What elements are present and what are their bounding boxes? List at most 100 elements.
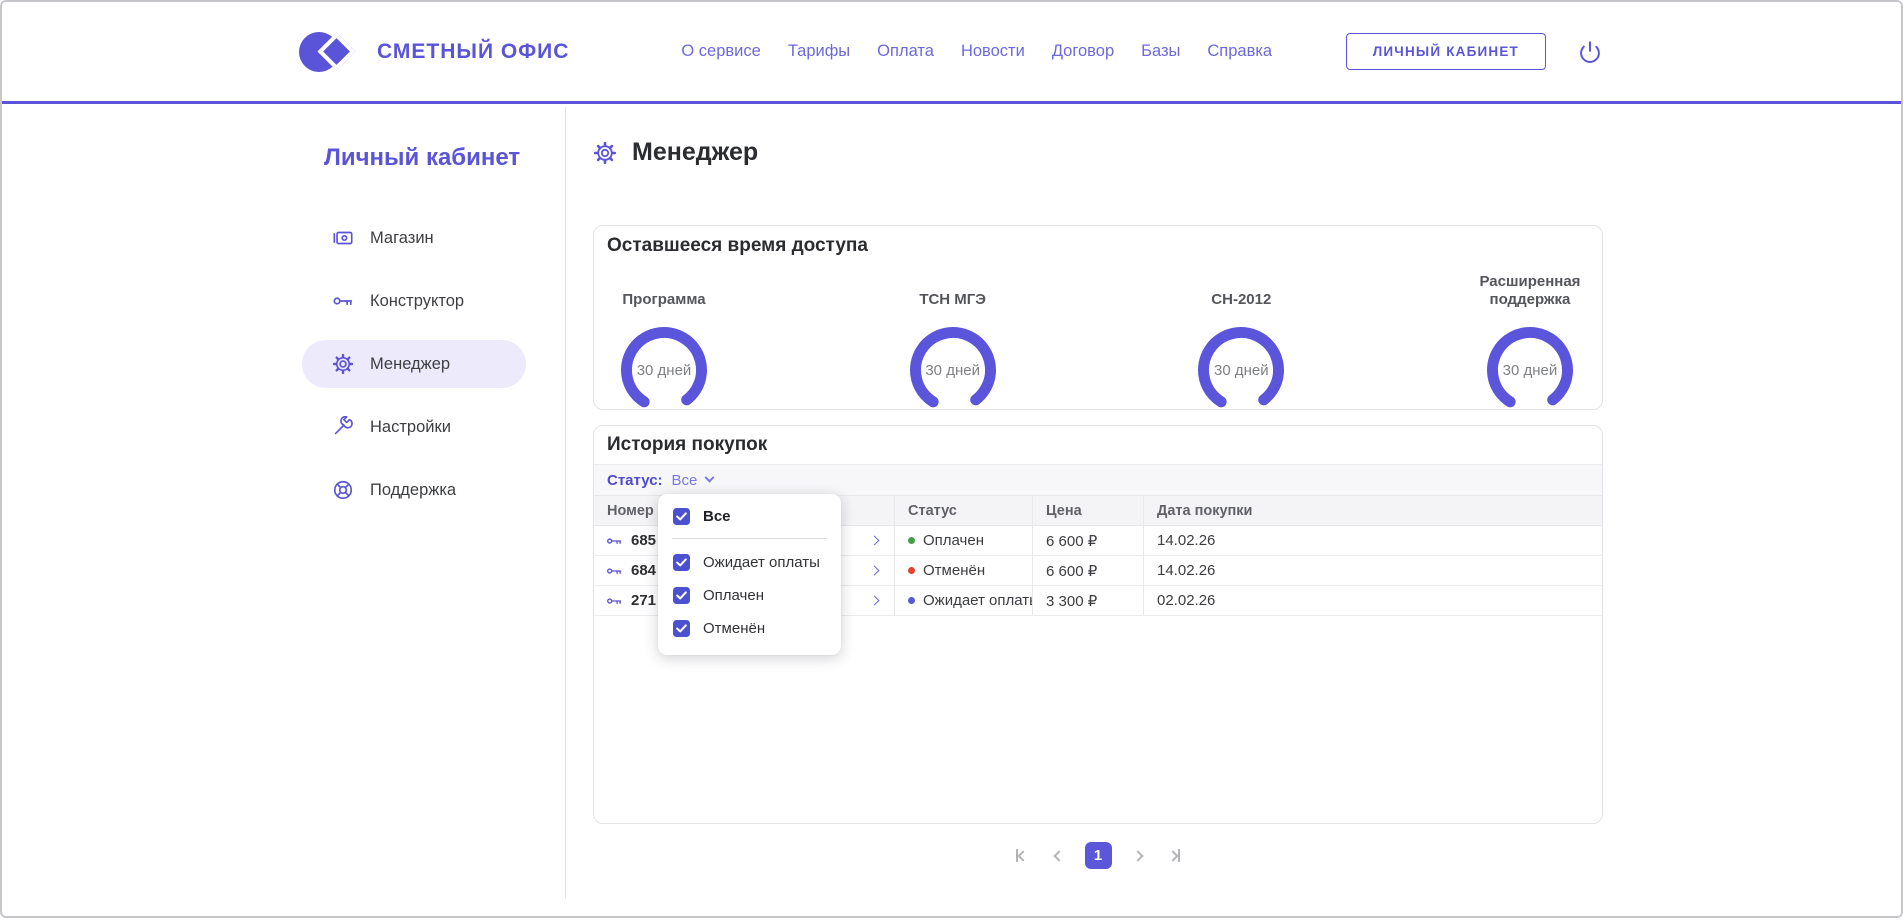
checkbox-checked-icon[interactable] — [673, 554, 690, 571]
personal-cabinet-button[interactable]: ЛИЧНЫЙ КАБИНЕТ — [1346, 33, 1546, 70]
key-icon — [607, 595, 622, 607]
status-dot — [908, 597, 915, 604]
page-title: Менеджер — [593, 138, 758, 167]
checkbox-checked-icon[interactable] — [673, 587, 690, 604]
brand-name: СМЕТНЫЙ ОФИС — [377, 40, 569, 64]
pagination-last-button[interactable] — [1164, 845, 1186, 867]
history-card-title: История покупок — [594, 426, 1602, 465]
dropdown-item-paid[interactable]: Оплачен — [658, 579, 841, 612]
gauge-value: 30 дней — [618, 324, 710, 416]
gauge-tsn-mge: ТСН МГЭ 30 дней — [883, 268, 1023, 416]
gauges-row: Программа 30 дней ТСН МГЭ 30 дне — [594, 266, 1602, 416]
sidebar-title: Личный кабинет — [324, 144, 565, 172]
gear-icon — [332, 353, 354, 375]
key-icon — [332, 290, 354, 312]
dropdown-item-cancelled[interactable]: Отменён — [658, 612, 841, 645]
price-cell: 6 600 ₽ — [1032, 526, 1143, 555]
gauge-extended-support: Расширенная поддержка 30 дней — [1460, 268, 1600, 416]
checkbox-checked-icon[interactable] — [673, 620, 690, 637]
sidebar: Личный кабинет Магазин — [2, 107, 566, 898]
nav-contract[interactable]: Договор — [1052, 42, 1114, 61]
gauge-value: 30 дней — [907, 324, 999, 416]
pagination-prev-button[interactable] — [1048, 845, 1070, 867]
pagination-next-button[interactable] — [1127, 845, 1149, 867]
nav-news[interactable]: Новости — [961, 42, 1025, 61]
sidebar-item-shop[interactable]: Магазин — [302, 214, 526, 262]
sidebar-item-label: Конструктор — [370, 292, 464, 311]
key-icon — [607, 535, 622, 547]
status-filter-dropdown: Все Ожидает оплаты Оплачен — [658, 494, 841, 655]
dropdown-item-pending[interactable]: Ожидает оплаты — [658, 546, 841, 579]
price-cell: 6 600 ₽ — [1032, 556, 1143, 585]
chevron-right-icon — [1167, 850, 1178, 861]
sidebar-item-support[interactable]: Поддержка — [302, 466, 526, 514]
pagination-current-page[interactable]: 1 — [1085, 842, 1112, 869]
dropdown-separator — [672, 538, 827, 539]
status-filter[interactable]: Статус: Все — [594, 465, 1602, 496]
access-card-title: Оставшееся время доступа — [594, 226, 1602, 266]
sidebar-item-label: Магазин — [370, 229, 434, 248]
purchase-history-card: История покупок Статус: Все Номер счёта … — [593, 425, 1603, 824]
status-text: Отменён — [923, 562, 985, 579]
sidebar-item-label: Настройки — [370, 418, 451, 437]
gear-icon — [593, 141, 617, 165]
lifebuoy-icon — [332, 479, 354, 501]
main-content: Менеджер Оставшееся время доступа Програ… — [567, 107, 1901, 916]
access-time-card: Оставшееся время доступа Программа 30 дн… — [593, 225, 1603, 410]
chevron-left-icon — [1053, 850, 1064, 861]
gauge-program: Программа 30 дней — [594, 268, 734, 416]
col-price: Цена — [1032, 496, 1143, 525]
status-dot — [908, 537, 915, 544]
nav-payment[interactable]: Оплата — [877, 42, 934, 61]
sidebar-item-manager[interactable]: Менеджер — [302, 340, 526, 388]
chevron-right-icon[interactable] — [870, 596, 880, 606]
sidebar-item-settings[interactable]: Настройки — [302, 403, 526, 451]
status-dot — [908, 567, 915, 574]
gauge-sn-2012: СН-2012 30 дней — [1171, 268, 1311, 416]
date-cell: 14.02.26 — [1143, 526, 1602, 555]
nav-tariffs[interactable]: Тарифы — [788, 42, 850, 61]
chevron-right-icon[interactable] — [870, 536, 880, 546]
pagination: 1 — [593, 842, 1603, 869]
status-filter-label: Статус: — [607, 472, 663, 489]
nav-help[interactable]: Справка — [1207, 42, 1272, 61]
checkbox-checked-icon[interactable] — [673, 508, 690, 525]
pagination-first-button[interactable] — [1011, 845, 1033, 867]
top-header: СМЕТНЫЙ ОФИС О сервисе Тарифы Оплата Нов… — [2, 2, 1901, 104]
invoice-number: 685 — [631, 532, 656, 549]
chevron-right-icon — [1132, 850, 1143, 861]
dropdown-item-all[interactable]: Все — [658, 500, 841, 533]
status-filter-value: Все — [672, 472, 698, 489]
chevron-left-icon — [1017, 850, 1028, 861]
logo-icon — [299, 29, 361, 75]
gauge-label: Расширенная поддержка — [1460, 268, 1600, 310]
gauge-label: СН-2012 — [1211, 268, 1271, 310]
gauge-label: Программа — [622, 268, 705, 310]
status-text: Оплачен — [923, 532, 984, 549]
price-cell: 3 300 ₽ — [1032, 586, 1143, 615]
gauge-ring: 30 дней — [618, 324, 710, 416]
gauge-ring: 30 дней — [1484, 324, 1576, 416]
key-icon — [607, 565, 622, 577]
sidebar-item-constructor[interactable]: Конструктор — [302, 277, 526, 325]
invoice-number: 684 — [631, 562, 656, 579]
status-text: Ожидает оплаты — [923, 592, 1032, 609]
chevron-right-icon[interactable] — [870, 566, 880, 576]
sidebar-item-label: Поддержка — [370, 481, 456, 500]
power-icon[interactable] — [1576, 38, 1604, 66]
sidebar-menu: Магазин Конструктор — [302, 214, 526, 514]
brand: СМЕТНЫЙ ОФИС — [299, 29, 569, 75]
invoice-number: 271 — [631, 592, 656, 609]
date-cell: 14.02.26 — [1143, 556, 1602, 585]
gauge-value: 30 дней — [1484, 324, 1576, 416]
date-cell: 02.02.26 — [1143, 586, 1602, 615]
col-purchase-date: Дата покупки — [1143, 496, 1602, 525]
gauge-value: 30 дней — [1195, 324, 1287, 416]
wrench-icon — [332, 416, 354, 438]
nav-about[interactable]: О сервисе — [681, 42, 760, 61]
nav-bases[interactable]: Базы — [1141, 42, 1180, 61]
sidebar-item-label: Менеджер — [370, 355, 450, 374]
gauge-label: ТСН МГЭ — [919, 268, 986, 310]
gauge-ring: 30 дней — [1195, 324, 1287, 416]
chevron-down-icon — [705, 472, 715, 482]
